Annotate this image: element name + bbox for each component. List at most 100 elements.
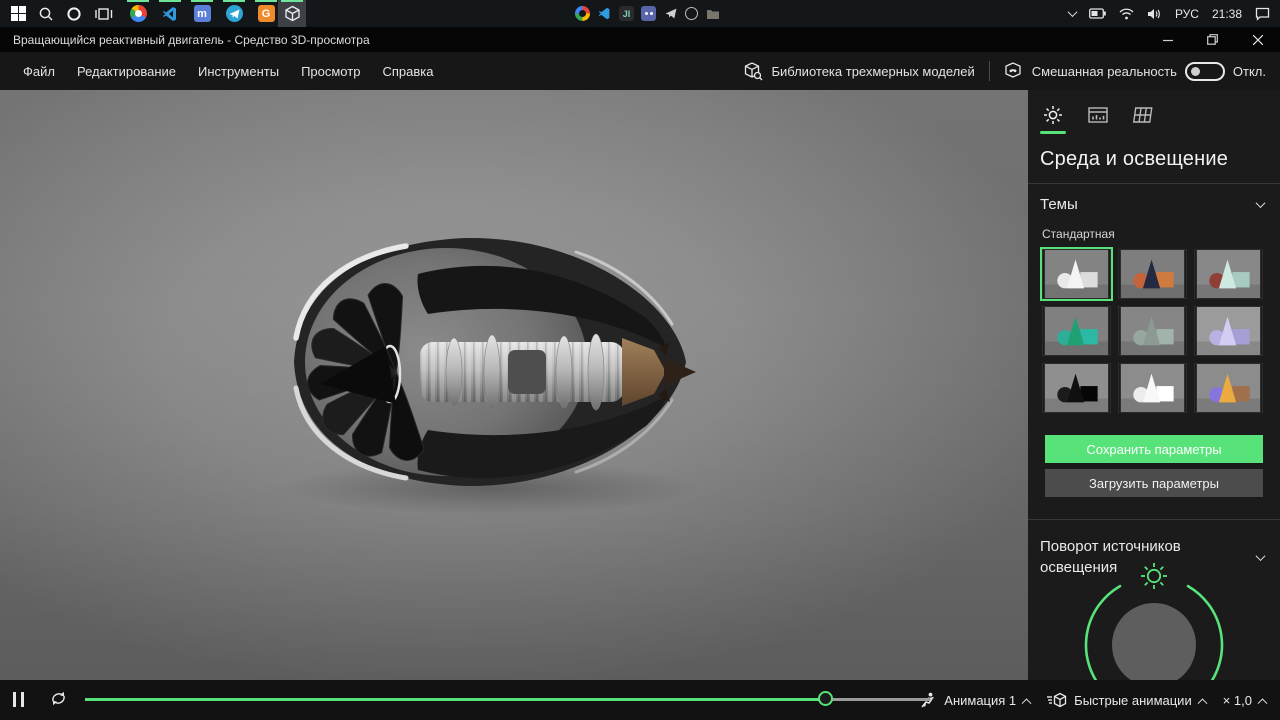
g-app-icon: G [257, 5, 275, 22]
vscode-app-button[interactable] [157, 0, 183, 27]
taskbar: m G JI РУС 21:38 [0, 0, 1280, 27]
tab-stats-panel[interactable] [1085, 102, 1111, 128]
discord-icon[interactable] [641, 6, 656, 21]
theme-thumbnail[interactable] [1118, 363, 1187, 413]
mixed-reality-state: Откл. [1232, 63, 1266, 79]
quick-animations-icon [1047, 692, 1067, 708]
theme-thumbnail[interactable] [1194, 363, 1263, 413]
vscode-icon [163, 6, 176, 21]
google-icon[interactable] [575, 6, 590, 21]
load-parameters-button[interactable]: Загрузить параметры [1045, 469, 1263, 497]
search-button[interactable] [33, 0, 59, 27]
jet-engine-model [293, 237, 696, 487]
loop-icon [52, 691, 65, 706]
menu-tools[interactable]: Инструменты [187, 52, 290, 90]
animation-selector[interactable]: Анимация 1 [915, 692, 1034, 708]
dial-knob [1112, 603, 1196, 680]
action-center-icon[interactable] [1255, 7, 1270, 21]
volume-icon[interactable] [1147, 8, 1162, 20]
telegram-icon [225, 5, 243, 22]
chevron-down-icon [1255, 198, 1266, 209]
close-button[interactable] [1235, 27, 1280, 52]
model-library-button[interactable]: Библиотека трехмерных моделей [743, 61, 975, 81]
3d-viewer-app-button[interactable] [279, 0, 305, 27]
speed-selector[interactable]: × 1,0 [1219, 693, 1270, 708]
light-rotation-dial[interactable] [1028, 560, 1280, 680]
chrome-app-button[interactable] [125, 0, 151, 27]
clock[interactable]: 21:38 [1212, 7, 1242, 21]
restore-button[interactable] [1190, 27, 1235, 52]
messenger-icon: m [193, 5, 211, 22]
telegram-app-button[interactable] [221, 0, 247, 27]
settings-sidebar: Среда и освещение Темы Стандартная Сохра… [1028, 90, 1280, 680]
mixed-reality-toggle[interactable] [1184, 61, 1225, 81]
stats-panel-icon [1088, 107, 1108, 123]
theme-thumbnail[interactable] [1194, 249, 1263, 299]
timeline-track[interactable] [85, 691, 930, 706]
battery-icon[interactable] [1088, 8, 1106, 19]
chevron-up-icon [1257, 697, 1268, 708]
3d-viewport[interactable] [0, 90, 1028, 680]
sun-icon [1044, 106, 1062, 124]
loop-button[interactable] [49, 690, 68, 712]
cortana-button[interactable] [61, 0, 87, 27]
title-bar: Вращающийся реактивный двигатель - Средс… [0, 27, 1280, 52]
theme-grid [1028, 247, 1280, 425]
phone-icon[interactable] [685, 7, 698, 20]
menu-file[interactable]: Файл [12, 52, 66, 90]
language-indicator[interactable]: РУС [1175, 7, 1199, 21]
mixed-reality-group: Смешанная реальность Откл. [1004, 61, 1266, 81]
menu-help[interactable]: Справка [371, 52, 444, 90]
playback-controls-right: Анимация 1 Быстрые анимации × 1,0 [915, 680, 1270, 720]
themes-section-header[interactable]: Темы [1028, 184, 1280, 219]
pause-icon [13, 692, 16, 707]
theme-thumbnail[interactable] [1118, 249, 1187, 299]
folder-icon[interactable] [705, 6, 720, 21]
theme-thumbnail[interactable] [1194, 306, 1263, 356]
show-hidden-icons-chevron[interactable] [1067, 7, 1078, 18]
wifi-icon[interactable] [1119, 8, 1134, 20]
telegram-tray-icon[interactable] [663, 6, 678, 21]
sidebar-heading: Среда и освещение [1040, 148, 1229, 170]
minimize-icon [1162, 39, 1173, 41]
timeline-playhead[interactable] [818, 691, 834, 706]
theme-thumbnail[interactable] [1042, 306, 1111, 356]
toggle-knob [1190, 66, 1200, 76]
model-library-label: Библиотека трехмерных моделей [771, 63, 975, 79]
screen: m G JI РУС 21:38 Вращающийся реактивный … [0, 0, 1280, 720]
code-icon[interactable] [597, 6, 612, 21]
theme-thumbnail[interactable] [1118, 306, 1187, 356]
minimize-button[interactable] [1145, 27, 1190, 52]
grid-icon [1132, 107, 1153, 123]
menu-edit[interactable]: Редактирование [66, 52, 187, 90]
taskbar-overflow-icons: JI [575, 0, 720, 27]
cortana-icon [67, 6, 81, 21]
menu-bar: Файл Редактирование Инструменты Просмотр… [0, 52, 1280, 90]
pause-button[interactable] [13, 692, 24, 707]
3d-viewer-cube-icon [284, 5, 300, 22]
theme-thumbnail-standard[interactable] [1040, 247, 1113, 301]
tab-grid[interactable] [1130, 102, 1156, 128]
messenger-app-button[interactable]: m [189, 0, 215, 27]
theme-thumbnail[interactable] [1042, 363, 1111, 413]
mixed-reality-icon [1005, 62, 1021, 78]
sidebar-tabs [1028, 90, 1280, 134]
chevron-up-icon [1021, 697, 1032, 708]
timeline-progress [85, 698, 827, 701]
menu-view[interactable]: Просмотр [290, 52, 371, 90]
task-view-button[interactable] [91, 0, 117, 27]
search-icon [39, 7, 53, 21]
save-parameters-button[interactable]: Сохранить параметры [1045, 435, 1263, 463]
dial-sun-icon [1141, 563, 1167, 589]
quick-animations-label: Быстрые анимации [1074, 692, 1192, 708]
start-button[interactable] [5, 0, 31, 27]
chrome-icon [129, 5, 147, 22]
tab-environment-lighting[interactable] [1040, 102, 1066, 134]
windows-logo-icon [10, 6, 26, 21]
jetbrains-icon[interactable]: JI [619, 6, 634, 21]
mixed-reality-label: Смешанная реальность [1031, 63, 1177, 79]
model-library-icon [745, 62, 763, 81]
close-icon [1252, 34, 1263, 45]
quick-animations-selector[interactable]: Быстрые анимации [1043, 692, 1210, 708]
g-app-button[interactable]: G [253, 0, 279, 27]
